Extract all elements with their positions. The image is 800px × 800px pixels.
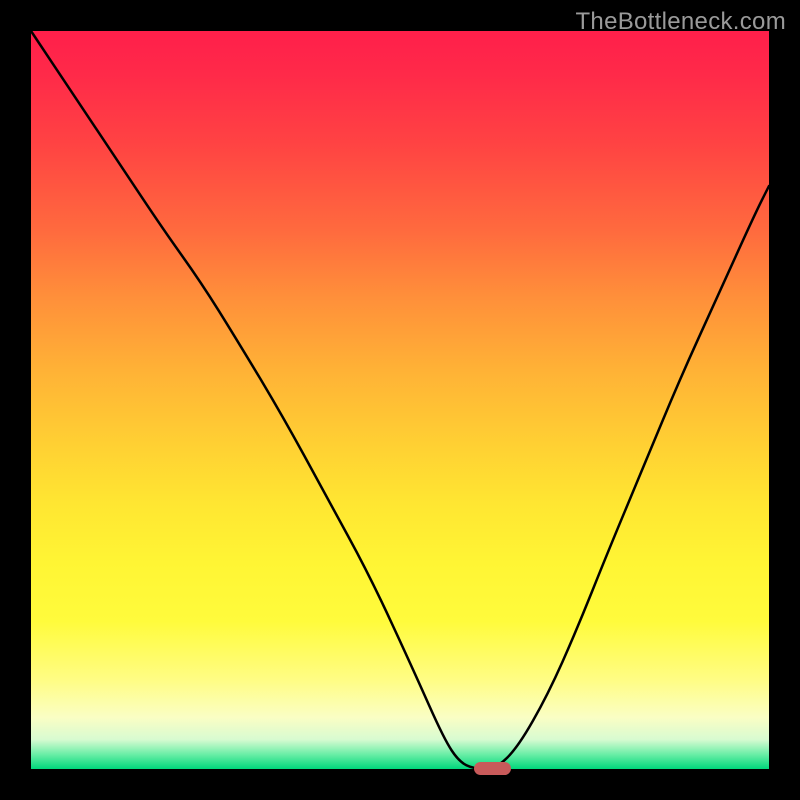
plot-area bbox=[31, 31, 769, 769]
chart-frame: TheBottleneck.com bbox=[0, 0, 800, 800]
optimal-marker bbox=[474, 762, 511, 775]
curve-path bbox=[31, 31, 769, 769]
watermark-text: TheBottleneck.com bbox=[575, 8, 786, 36]
bottleneck-curve bbox=[31, 31, 769, 769]
